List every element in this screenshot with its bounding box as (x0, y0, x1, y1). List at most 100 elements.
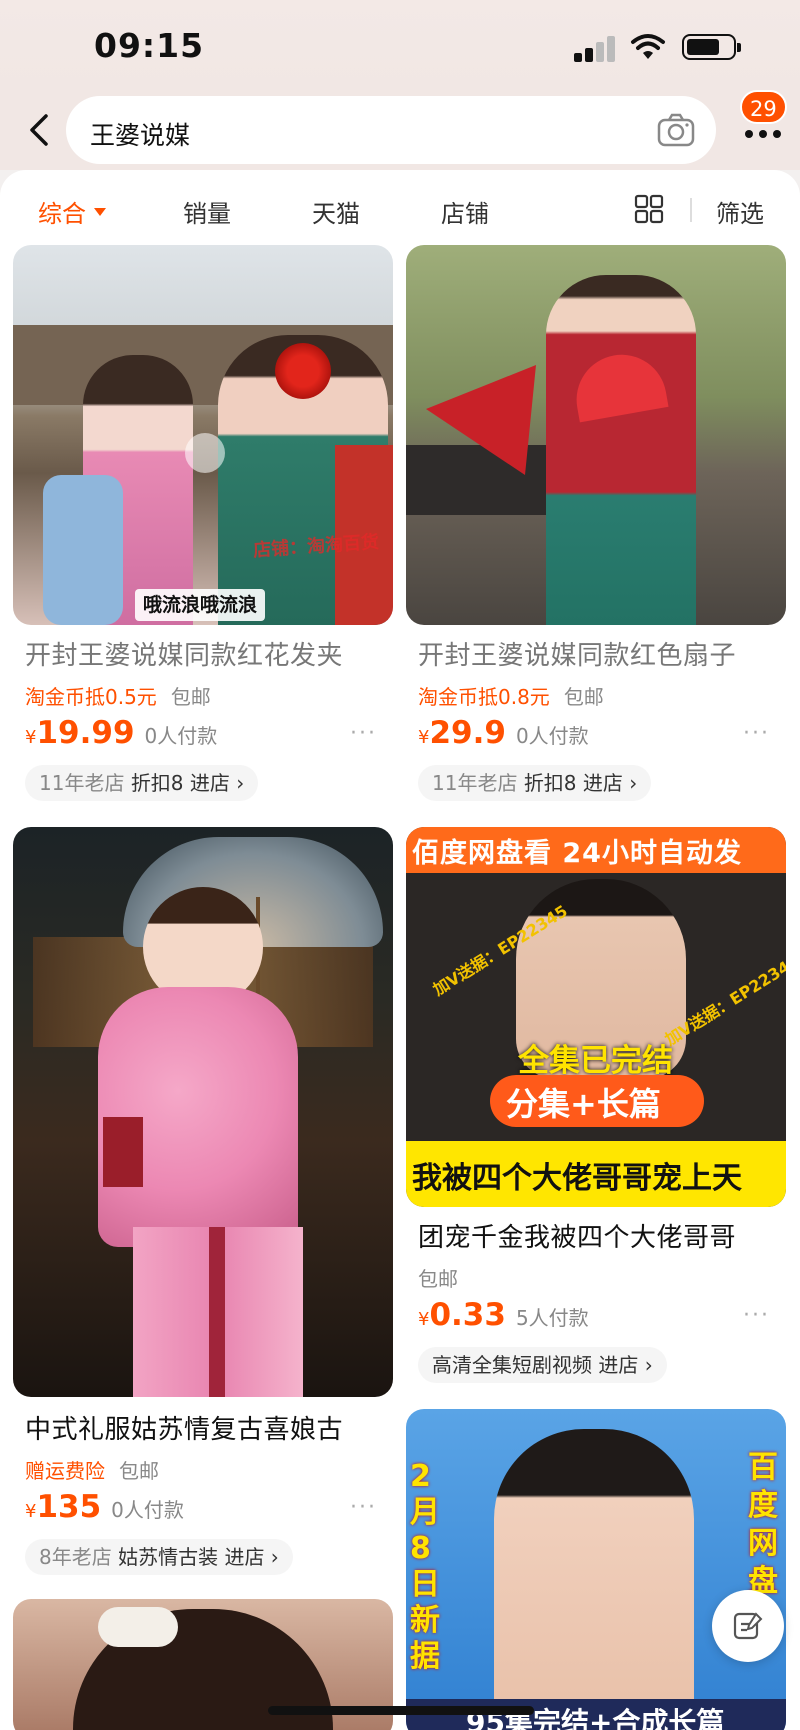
enter-shop: 进店 › (598, 1353, 653, 1377)
product-image[interactable]: 佰度网盘看 24小时自动发 加V送据：EP22345 加V送据：EP22345 … (406, 827, 786, 1207)
status-time: 09:15 (94, 26, 205, 65)
tab-shops[interactable]: 店铺 (441, 194, 489, 229)
tab-tmall[interactable]: 天猫 (312, 194, 360, 229)
image-bottom-text: 我被四个大佬哥哥宠上天 (412, 1161, 742, 1196)
coin-discount: 淘金币抵0.8元 (418, 685, 550, 709)
sleeve-blue (43, 475, 123, 625)
red-cuff (103, 1117, 143, 1187)
product-title: 开封王婆说媒同款红色扇子 (418, 641, 737, 671)
person-red-robe (546, 275, 696, 625)
price-value: 19.99 (36, 715, 135, 751)
product-price: ¥19.99 0人付款 (25, 715, 217, 751)
red-flower-hairclip (275, 343, 331, 399)
product-price: ¥0.33 5人付款 (418, 1297, 589, 1333)
product-perks: 淘金币抵0.5元 包邮 (25, 681, 211, 710)
paid-count: 0人付款 (515, 724, 589, 748)
product-perks: 包邮 (418, 1263, 458, 1292)
shop-name: 折扣8 (523, 771, 577, 795)
more-options-icon[interactable]: ··· (743, 1303, 770, 1328)
product-title: 中式礼服姑苏情复古喜娘古 (25, 1415, 344, 1445)
shop-link[interactable]: 11年老店 折扣8 进店 › (418, 765, 652, 801)
product-price: ¥29.9 0人付款 (418, 715, 589, 751)
back-arrow-icon[interactable] (22, 110, 56, 150)
product-title: 团宠千金我被四个大佬哥哥 (418, 1223, 737, 1253)
shop-name: 高清全集短剧视频 (432, 1353, 592, 1377)
more-options-icon[interactable]: ··· (743, 721, 770, 746)
image-left-text: 2月8日新据 (410, 1459, 440, 1674)
shop-age: 8年老店 (39, 1545, 112, 1569)
battery-icon (682, 34, 741, 60)
divider (690, 198, 692, 222)
tab-sales[interactable]: 销量 (183, 194, 231, 229)
enter-shop: 进店 › (224, 1545, 279, 1569)
home-indicator[interactable] (268, 1706, 534, 1715)
filter-bar: 综合 销量 天猫 店铺 筛选 (0, 170, 800, 242)
product-image[interactable]: 2月8日新据 百度网盘发 95集完结+合成长篇 (406, 1409, 786, 1730)
free-shipping: 包邮 (170, 685, 211, 709)
product-card[interactable]: 店铺：淘淘百货 哦流浪哦流浪 开封王婆说媒同款红花发夹 淘金币抵0.5元 包邮 ¥… (13, 245, 393, 805)
hair-flower (98, 1607, 178, 1647)
enter-shop: 进店 › (582, 771, 638, 795)
coin-discount: 淘金币抵0.5元 (25, 685, 157, 709)
enter-shop: 进店 › (189, 771, 245, 795)
product-card[interactable]: 2月8日新据 百度网盘发 95集完结+合成长篇 (406, 1409, 786, 1730)
paid-count: 0人付款 (111, 1498, 184, 1522)
product-card[interactable]: 中式礼服姑苏情复古喜娘古 赠运费险 包邮 ¥135 0人付款 ··· 8年老店 姑苏… (13, 827, 393, 1575)
product-image[interactable] (406, 245, 786, 625)
product-feed: 店铺：淘淘百货 哦流浪哦流浪 开封王婆说媒同款红花发夹 淘金币抵0.5元 包邮 ¥… (0, 242, 800, 1730)
currency: ¥ (25, 1501, 37, 1522)
product-image[interactable]: 店铺：淘淘百货 哦流浪哦流浪 (13, 245, 393, 625)
shop-link[interactable]: 11年老店 折扣8 进店 › (25, 765, 259, 801)
notification-badge: 29 (740, 90, 787, 124)
tab-label: 综合 (38, 200, 86, 228)
caret-down-icon (94, 208, 106, 216)
search-input[interactable]: 王婆说媒 (66, 96, 716, 164)
search-query: 王婆说媒 (90, 121, 191, 150)
image-pill-text: 分集+长篇 (506, 1085, 661, 1123)
shop-link[interactable]: 高清全集短剧视频 进店 › (418, 1347, 667, 1383)
price-value: 0.33 (429, 1297, 506, 1333)
more-options-icon[interactable]: ··· (350, 721, 377, 746)
more-options-icon[interactable]: ··· (350, 1495, 377, 1520)
paid-count: 5人付款 (515, 1306, 589, 1330)
currency: ¥ (418, 727, 430, 748)
product-perks: 赠运费险 包邮 (25, 1455, 159, 1484)
freight-insurance: 赠运费险 (25, 1459, 105, 1483)
free-shipping: 包邮 (563, 685, 604, 709)
edit-icon (733, 1612, 763, 1640)
skirt-panel (209, 1227, 225, 1397)
grid-view-icon[interactable] (634, 194, 664, 224)
status-bar: 09:15 (0, 0, 800, 90)
image-complete-text: 全集已完结 (518, 1043, 673, 1079)
play-icon[interactable] (185, 433, 225, 473)
shop-name: 折扣8 (130, 771, 184, 795)
stone-table (406, 445, 556, 515)
signal-icon (574, 36, 618, 62)
compose-fab[interactable] (712, 1590, 784, 1662)
tab-comprehensive[interactable]: 综合 (38, 194, 106, 229)
price-value: 29.9 (429, 715, 506, 751)
price-value: 135 (36, 1489, 102, 1525)
free-shipping: 包邮 (119, 1459, 159, 1483)
currency: ¥ (418, 1309, 430, 1330)
currency: ¥ (25, 727, 37, 748)
image-top-text: 佰度网盘看 24小时自动发 (412, 838, 742, 869)
shop-age: 11年老店 (432, 771, 518, 795)
product-image[interactable] (13, 827, 393, 1397)
free-shipping: 包邮 (418, 1267, 458, 1291)
product-card[interactable]: 开封王婆说媒同款红色扇子 淘金币抵0.8元 包邮 ¥29.9 0人付款 ··· 11… (406, 245, 786, 805)
product-title: 开封王婆说媒同款红花发夹 (25, 641, 344, 671)
search-row: 王婆说媒 29 (0, 90, 800, 170)
product-perks: 淘金币抵0.8元 包邮 (418, 681, 604, 710)
paid-count: 0人付款 (144, 724, 218, 748)
product-price: ¥135 0人付款 (25, 1489, 184, 1525)
filter-button[interactable]: 筛选 (716, 194, 764, 229)
shop-name: 姑苏情古装 (118, 1545, 219, 1569)
product-card[interactable]: 佰度网盘看 24小时自动发 加V送据：EP22345 加V送据：EP22345 … (406, 827, 786, 1387)
shop-link[interactable]: 8年老店 姑苏情古装 进店 › (25, 1539, 293, 1575)
camera-icon[interactable] (656, 112, 696, 148)
actress-face (494, 1429, 694, 1729)
shop-age: 11年老店 (39, 771, 125, 795)
image-caption: 哦流浪哦流浪 (135, 589, 266, 621)
wifi-icon (631, 34, 665, 59)
